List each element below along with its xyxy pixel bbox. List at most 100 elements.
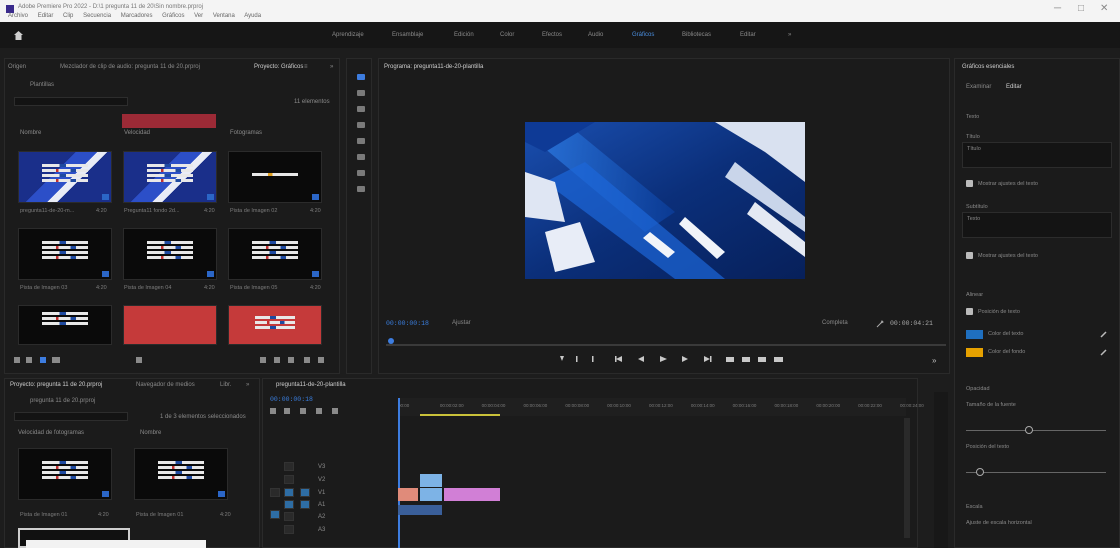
tab-program[interactable]: Programa: pregunta11-de-20-plantilla [384, 64, 483, 70]
menu-marcadores[interactable]: Marcadores [121, 13, 153, 19]
text-position-slider-track[interactable] [966, 472, 1106, 473]
track-target-a1[interactable] [300, 500, 310, 509]
menu-ver[interactable]: Ver [194, 13, 203, 19]
template-thumbnail[interactable] [18, 305, 112, 345]
source-patch-v1[interactable] [270, 488, 280, 497]
workspace-edicion[interactable]: Edición [454, 32, 474, 38]
tab-libraries[interactable]: Libr. [220, 382, 231, 388]
track-lock-a3[interactable] [284, 525, 294, 534]
panel-expand-icon[interactable]: » [932, 356, 936, 365]
workspace-ensamblaje[interactable]: Ensamblaje [392, 32, 423, 38]
tab-more[interactable]: » [246, 382, 249, 388]
tab-essential-graphics[interactable]: Gráficos esenciales [962, 64, 1014, 70]
tab-project[interactable]: Proyecto: pregunta 11 de 20.prproj [10, 382, 102, 388]
column-header-framerate[interactable]: Velocidad de fotogramas [18, 430, 84, 436]
tab-origen[interactable]: Origen [8, 64, 26, 70]
pen-tool-icon[interactable] [357, 154, 365, 160]
track-select-tool-icon[interactable] [357, 90, 365, 96]
maximize-button[interactable]: □ [1078, 3, 1084, 14]
timeline-scrollbar[interactable] [904, 418, 910, 538]
audio-clip-a1[interactable] [398, 505, 442, 515]
menu-secuencia[interactable]: Secuencia [83, 13, 111, 19]
workspace-aprendizaje[interactable]: Aprendizaje [332, 32, 364, 38]
show-text-settings-checkbox[interactable] [966, 180, 973, 187]
track-lock-v1[interactable] [284, 488, 294, 497]
minimize-button[interactable]: ─ [1054, 3, 1061, 14]
source-patch-a1[interactable] [270, 510, 280, 519]
workspace-editar[interactable]: Editar [740, 32, 756, 38]
work-area-bar[interactable] [420, 414, 500, 416]
menu-ayuda[interactable]: Ayuda [244, 13, 261, 19]
template-thumbnail[interactable] [18, 228, 112, 280]
title-text-field[interactable]: Título [962, 142, 1112, 168]
menu-ventana[interactable]: Ventana [213, 13, 235, 19]
show-text-settings-checkbox[interactable] [966, 252, 973, 259]
template-thumbnail[interactable] [123, 228, 217, 280]
program-timecode[interactable]: 00:00:00:18 [386, 320, 429, 327]
workspace-audio[interactable]: Audio [588, 32, 603, 38]
selection-tool-icon[interactable] [357, 74, 365, 80]
track-lock-v2[interactable] [284, 475, 294, 484]
menu-editar[interactable]: Editar [38, 13, 54, 19]
program-video-frame[interactable] [525, 122, 805, 279]
video-clip-v2[interactable] [420, 488, 442, 501]
graphic-clip-v1[interactable] [444, 488, 500, 501]
template-thumbnail[interactable] [18, 151, 112, 203]
project-thumbnail[interactable] [18, 448, 112, 500]
workspace-more[interactable]: » [788, 32, 791, 38]
template-thumbnail[interactable] [123, 151, 217, 203]
workspace-bibliotecas[interactable]: Bibliotecas [682, 32, 711, 38]
workspace-color[interactable]: Color [500, 32, 514, 38]
razor-tool-icon[interactable] [357, 122, 365, 128]
subtitle-text-field[interactable]: Texto [962, 212, 1112, 238]
track-target-v1[interactable] [300, 488, 310, 497]
tab-sequence[interactable]: pregunta11-de-20-plantilla [276, 382, 346, 388]
project-thumbnail[interactable] [134, 448, 228, 500]
workspace-graficos[interactable]: Gráficos [632, 32, 654, 38]
text-color-swatch[interactable] [966, 330, 983, 339]
template-thumbnail[interactable] [228, 305, 322, 345]
tab-project-graficos[interactable]: Proyecto: Gráficos [254, 64, 303, 70]
font-size-slider-knob[interactable] [1025, 426, 1033, 434]
timeline-playhead[interactable] [398, 398, 400, 548]
panel-menu-icon[interactable]: ≡ [304, 64, 308, 70]
quality-dropdown[interactable]: Completa [822, 320, 848, 326]
column-header-name[interactable]: Nombre [20, 130, 41, 136]
column-header-name[interactable]: Nombre [140, 430, 161, 436]
font-size-slider-track[interactable] [966, 430, 1106, 431]
playhead-bar[interactable] [386, 344, 946, 346]
tab-more[interactable]: » [330, 64, 333, 70]
track-lock-v3[interactable] [284, 462, 294, 471]
text-position-slider-knob[interactable] [976, 468, 984, 476]
menu-graficos[interactable]: Gráficos [162, 13, 184, 19]
project-search-input[interactable] [14, 412, 128, 421]
timeline-timecode[interactable]: 00:00:00:18 [270, 396, 313, 403]
menu-archivo[interactable]: Archivo [8, 13, 28, 19]
slip-tool-icon[interactable] [357, 138, 365, 144]
video-clip-v1[interactable] [398, 488, 418, 501]
column-header-frames[interactable]: Fotogramas [230, 130, 262, 136]
close-button[interactable]: ✕ [1100, 3, 1108, 14]
tab-audio-clip-mixer[interactable]: Mezclador de clip de audio: pregunta 11 … [60, 64, 200, 70]
track-lock-a1[interactable] [284, 500, 294, 509]
bin-search-input[interactable] [14, 97, 128, 106]
menu-clip[interactable]: Clip [63, 13, 73, 19]
hand-tool-icon[interactable] [357, 170, 365, 176]
template-thumbnail[interactable] [228, 151, 322, 203]
fit-dropdown[interactable]: Ajustar [452, 320, 471, 326]
subtab-edit[interactable]: Editar [1006, 84, 1022, 90]
track-lock-a2[interactable] [284, 512, 294, 521]
template-thumbnail[interactable] [123, 305, 217, 345]
eyedropper-icon[interactable] [1100, 330, 1108, 338]
column-header-speed[interactable]: Velocidad [124, 130, 150, 136]
video-clip-v3[interactable] [420, 474, 442, 487]
eyedropper-icon[interactable] [1100, 348, 1108, 356]
tab-media-browser[interactable]: Navegador de medios [136, 382, 195, 388]
background-color-swatch[interactable] [966, 348, 983, 357]
workspace-efectos[interactable]: Efectos [542, 32, 562, 38]
ripple-edit-tool-icon[interactable] [357, 106, 365, 112]
subtab-browse[interactable]: Examinar [966, 84, 991, 90]
template-thumbnail[interactable] [228, 228, 322, 280]
playhead-marker-icon[interactable] [388, 338, 394, 344]
home-icon[interactable] [14, 31, 23, 40]
